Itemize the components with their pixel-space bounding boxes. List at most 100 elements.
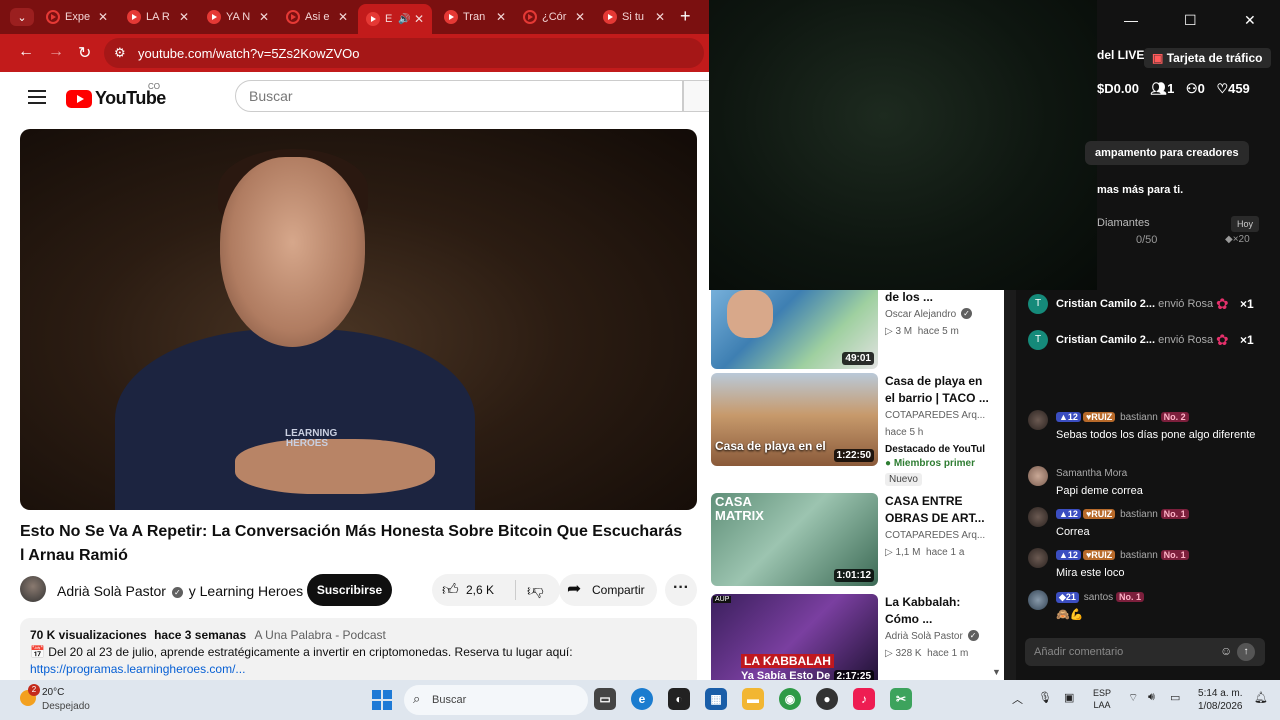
rose-icon: ✿ bbox=[1216, 296, 1229, 313]
user-avatar[interactable] bbox=[1028, 410, 1048, 430]
tab-6[interactable]: Tran ✕ bbox=[444, 4, 506, 30]
tab-1[interactable]: Expe ✕ bbox=[46, 4, 108, 30]
store-icon[interactable]: ▦ bbox=[705, 688, 727, 710]
obs-icon[interactable]: ● bbox=[816, 688, 838, 710]
more-actions-button[interactable]: ··· bbox=[665, 574, 697, 606]
task-view-icon[interactable]: ▭ bbox=[594, 688, 616, 710]
tray-overflow-icon[interactable]: ︿ bbox=[1012, 691, 1023, 707]
close-icon[interactable]: ✕ bbox=[1244, 12, 1256, 29]
close-tab-icon[interactable]: ✕ bbox=[98, 10, 108, 24]
search-input[interactable] bbox=[236, 81, 682, 111]
chat-username[interactable]: santos bbox=[1084, 592, 1113, 603]
file-explorer-icon[interactable]: ▬ bbox=[742, 688, 764, 710]
like-icon[interactable]: 👍︎ bbox=[442, 581, 459, 600]
tab-3[interactable]: YA N ✕ bbox=[207, 4, 269, 30]
site-info-icon[interactable]: ⚙ bbox=[114, 45, 126, 61]
video-thumbnail[interactable]: Casa de playa en el 1:22:50 bbox=[711, 373, 878, 466]
search-button[interactable] bbox=[683, 80, 709, 112]
maximize-icon[interactable]: ☐ bbox=[1184, 12, 1197, 29]
level-text: 12 bbox=[1067, 509, 1078, 519]
tab-4[interactable]: Asi e ✕ bbox=[286, 4, 348, 30]
chat-username[interactable]: bastiann bbox=[1120, 412, 1158, 423]
scroll-down-arrow-icon[interactable]: ▼ bbox=[992, 667, 1001, 677]
tab-5-active[interactable]: E 🔊 ✕ bbox=[358, 4, 432, 34]
video-thumbnail[interactable]: 49:01 bbox=[711, 290, 878, 369]
keyboard-layout: LAA bbox=[1093, 700, 1111, 710]
start-button[interactable] bbox=[372, 690, 392, 710]
chat-user-line: ◆21 santos No. 1 bbox=[1056, 592, 1146, 603]
user-avatar[interactable]: T bbox=[1028, 294, 1048, 314]
close-tab-icon[interactable]: ✕ bbox=[655, 10, 665, 24]
recommendation-item[interactable]: CASA MATRIX 1:01:12 CASA ENTRE OBRAS DE … bbox=[711, 493, 1001, 593]
display-icon[interactable]: ▣ bbox=[1064, 691, 1074, 704]
send-icon[interactable]: ↑ bbox=[1237, 643, 1255, 661]
close-tab-icon[interactable]: ✕ bbox=[575, 10, 585, 24]
chat-username[interactable]: bastiann bbox=[1120, 509, 1158, 520]
close-tab-icon[interactable]: ✕ bbox=[179, 10, 189, 24]
audio-playing-icon[interactable]: 🔊 bbox=[398, 14, 410, 25]
wifi-icon[interactable]: ⌔ bbox=[1128, 691, 1138, 705]
notifications-icon[interactable]: 🔔︎ bbox=[1254, 691, 1268, 704]
back-icon[interactable]: ← bbox=[18, 43, 34, 61]
recommendation-item[interactable]: 49:01 de los ... Oscar Alejandro ✓ ▷ 3 M… bbox=[711, 290, 1001, 369]
user-avatar[interactable]: T bbox=[1028, 330, 1048, 350]
user-avatar[interactable] bbox=[1028, 590, 1048, 610]
today-badge[interactable]: Hoy bbox=[1231, 216, 1260, 232]
description-box[interactable]: 70 K visualizaciones hace 3 semanas A Un… bbox=[20, 618, 697, 680]
tab-2[interactable]: LA R ✕ bbox=[127, 4, 189, 30]
dislike-icon[interactable]: 👍︎ bbox=[527, 581, 544, 600]
microphone-icon[interactable]: 🎙︎ bbox=[1038, 691, 1052, 704]
forward-icon[interactable]: → bbox=[48, 43, 64, 61]
close-tab-icon[interactable]: ✕ bbox=[414, 12, 424, 26]
subscribe-button[interactable]: Suscribirse bbox=[307, 574, 392, 606]
recommendation-item[interactable]: Casa de playa en el 1:22:50 Casa de play… bbox=[711, 373, 1001, 486]
taskbar-search[interactable]: ⌕ Buscar bbox=[404, 685, 588, 715]
new-tab-button[interactable]: + bbox=[680, 6, 691, 27]
like-count[interactable]: 2,6 K bbox=[466, 583, 494, 597]
close-tab-icon[interactable]: ✕ bbox=[496, 10, 506, 24]
tab-8[interactable]: Si tu ✕ bbox=[603, 4, 665, 30]
volume-icon[interactable]: 🔊︎ bbox=[1148, 691, 1155, 704]
address-bar[interactable]: ⚙ youtube.com/watch?v=5Zs2KowZVOo bbox=[104, 38, 704, 68]
creator-camp-button[interactable]: ampamento para creadores bbox=[1085, 141, 1249, 165]
channel-name[interactable]: Adrià Solà Pastor ✓ y Learning Heroes bbox=[57, 583, 303, 599]
video-thumbnail[interactable]: CASA MATRIX 1:01:12 bbox=[711, 493, 878, 586]
user-avatar[interactable] bbox=[1028, 507, 1048, 527]
followers-count: 0 bbox=[1197, 81, 1205, 96]
youtube-header: YouTube CO bbox=[0, 72, 709, 122]
recommendation-info: de los ... Oscar Alejandro ✓ ▷ 3 M hace … bbox=[885, 290, 995, 340]
description-link[interactable]: https://programas.learningheroes.com/... bbox=[30, 662, 245, 676]
comment-input[interactable] bbox=[1025, 638, 1215, 666]
menu-icon[interactable] bbox=[28, 90, 46, 104]
tab-7[interactable]: ¿Cór ✕ bbox=[523, 4, 585, 30]
tab-search-button[interactable]: ⌄ bbox=[10, 8, 34, 26]
youtube-wordmark: YouTube bbox=[95, 88, 166, 108]
chat-username[interactable]: bastiann bbox=[1120, 550, 1158, 561]
user-avatar[interactable] bbox=[1028, 466, 1048, 486]
channel-avatar[interactable] bbox=[20, 576, 46, 602]
youtube-logo[interactable]: YouTube CO bbox=[66, 82, 166, 109]
edge-icon[interactable]: e bbox=[631, 688, 653, 710]
emoji-icon[interactable]: ☺ bbox=[1220, 644, 1232, 658]
close-tab-icon[interactable]: ✕ bbox=[338, 10, 348, 24]
chat-username[interactable]: Samantha Mora bbox=[1056, 468, 1127, 479]
video-player[interactable]: LEARNING HEROES bbox=[20, 129, 697, 510]
tiktok-icon[interactable]: ♪ bbox=[853, 688, 875, 710]
recommendation-item[interactable]: AUP LA KABBALAH Ya Sabía Esto De 2:17:25… bbox=[711, 594, 1001, 680]
thumbnail-text: CASA MATRIX bbox=[715, 494, 764, 523]
minimize-icon[interactable]: — bbox=[1124, 12, 1138, 28]
podcast-tag[interactable]: A Una Palabra - Podcast bbox=[254, 628, 385, 642]
clock[interactable]: 5:14 a. m. 1/08/2026 bbox=[1198, 687, 1243, 713]
snipping-tool-icon[interactable]: ✂ bbox=[890, 688, 912, 710]
battery-icon[interactable]: ▭ bbox=[1170, 691, 1180, 704]
share-button[interactable]: ➦ Compartir bbox=[559, 574, 657, 606]
video-thumbnail[interactable]: AUP LA KABBALAH Ya Sabía Esto De 2:17:25 bbox=[711, 594, 878, 680]
chat-text: Mira este loco bbox=[1056, 567, 1125, 579]
reload-icon[interactable]: ↻ bbox=[78, 43, 91, 63]
close-tab-icon[interactable]: ✕ bbox=[259, 10, 269, 24]
chrome-icon[interactable]: ◉ bbox=[779, 688, 801, 710]
app-icon[interactable]: ◐ bbox=[668, 688, 690, 710]
language-indicator[interactable]: ESP LAA bbox=[1093, 687, 1111, 711]
traffic-card-button[interactable]: ▣ Tarjeta de tráfico bbox=[1144, 48, 1271, 68]
user-avatar[interactable] bbox=[1028, 548, 1048, 568]
